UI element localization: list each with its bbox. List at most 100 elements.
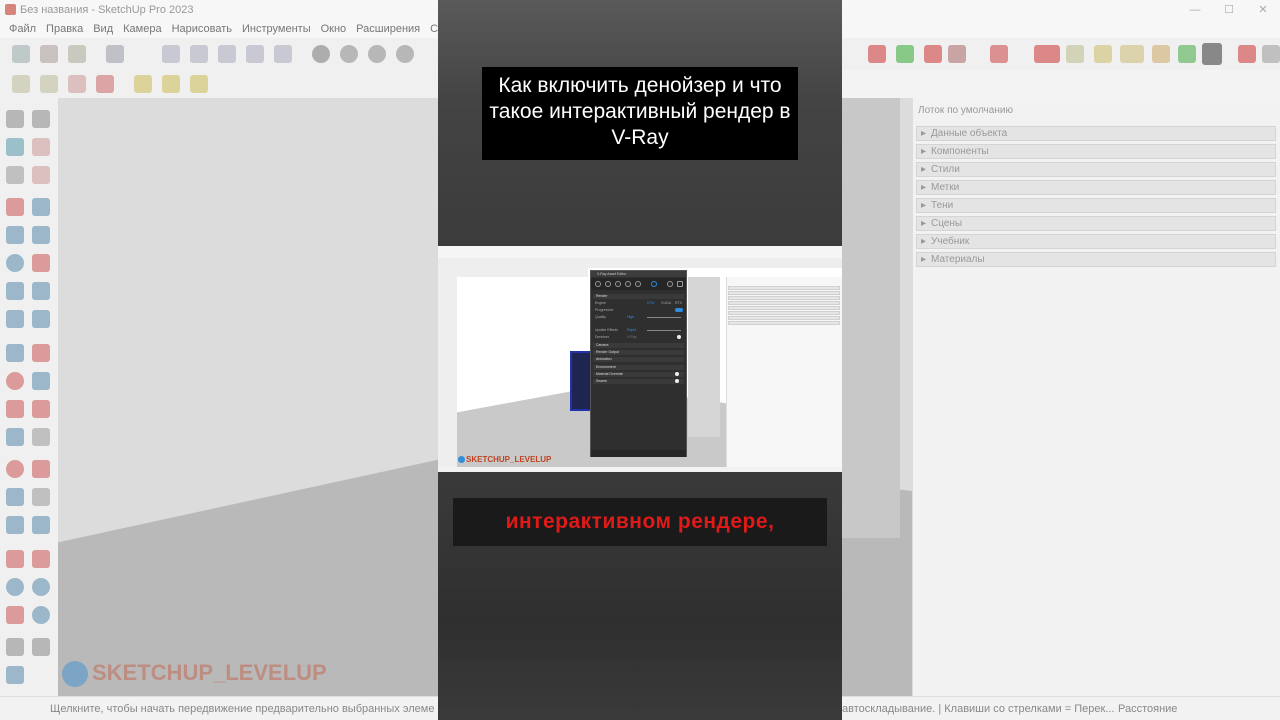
select-tool-icon[interactable]	[12, 45, 30, 63]
tray-item-shadows[interactable]: Тени	[916, 198, 1276, 213]
plant-tool-icon[interactable]	[1178, 45, 1196, 63]
vray-lights-icon[interactable]	[605, 281, 611, 287]
green-arrow-icon[interactable]	[896, 45, 914, 63]
vray-section-render-output[interactable]: Render Output	[593, 350, 684, 355]
vray-swarm-toggle[interactable]	[675, 379, 679, 383]
vray-section-animation[interactable]: Animation	[593, 357, 684, 362]
maximize-icon[interactable]: ☐	[1212, 0, 1246, 20]
eraser-icon[interactable]	[32, 138, 50, 156]
menu-view[interactable]: Вид	[88, 20, 118, 38]
pie-icon[interactable]	[32, 310, 50, 328]
rotated-rect-icon[interactable]	[32, 226, 50, 244]
axis-tool-icon[interactable]	[948, 45, 966, 63]
vray-settings-icon[interactable]	[651, 281, 657, 287]
tray-item-scenes[interactable]: Сцены	[916, 216, 1276, 231]
minimize-icon[interactable]: —	[1178, 0, 1212, 20]
zoom-window-icon[interactable]	[32, 578, 50, 596]
menu-extensions[interactable]: Расширения	[351, 20, 425, 38]
extension-tool-icon[interactable]	[1034, 45, 1060, 63]
wrench-tool-icon[interactable]	[1262, 45, 1280, 63]
pencil-tool-icon[interactable]	[68, 45, 86, 63]
vray-section-material-override[interactable]: Material Override	[593, 372, 684, 377]
vray-teapot-icon[interactable]	[368, 45, 386, 63]
vray-quality-slider[interactable]	[647, 317, 681, 318]
position-camera-icon[interactable]	[6, 638, 24, 656]
vray-geometry-icon[interactable]	[615, 281, 621, 287]
vray-material-override-toggle[interactable]	[675, 372, 679, 376]
hammer-tool-icon[interactable]	[1094, 45, 1112, 63]
orbit-icon[interactable]	[6, 550, 24, 568]
tag-icon[interactable]	[6, 166, 24, 184]
plank-tool-icon[interactable]	[1120, 45, 1144, 63]
paint-bucket-icon[interactable]	[6, 138, 24, 156]
line-icon[interactable]	[6, 198, 24, 216]
vray-section-swarm[interactable]: Swarm	[593, 379, 684, 384]
tray-item-styles[interactable]: Стили	[916, 162, 1276, 177]
vray-materials-icon[interactable]	[595, 281, 601, 287]
ruler-tool-icon[interactable]	[1152, 45, 1170, 63]
protractor-icon[interactable]	[32, 428, 50, 446]
vray-light-icon[interactable]	[396, 45, 414, 63]
circle-icon[interactable]	[6, 254, 24, 272]
tape-icon[interactable]	[6, 428, 24, 446]
vray-denoiser-toggle[interactable]	[677, 335, 681, 339]
section-icon[interactable]	[6, 516, 24, 534]
box-tool-icon[interactable]	[106, 45, 124, 63]
vray-engine-cuda[interactable]: CUDA	[661, 301, 671, 306]
eraser-tool-icon[interactable]	[40, 45, 58, 63]
red-arrow-icon[interactable]	[868, 45, 886, 63]
drape-tool-icon[interactable]	[96, 75, 114, 93]
menu-window[interactable]: Окно	[316, 20, 352, 38]
text-icon[interactable]	[32, 460, 50, 478]
rectangle-icon[interactable]	[6, 226, 24, 244]
extension-cube-icon[interactable]	[190, 75, 208, 93]
eraser2-icon[interactable]	[32, 166, 50, 184]
freehand-icon[interactable]	[32, 198, 50, 216]
vray-frame-buffer-icon[interactable]	[677, 281, 683, 287]
rotate-icon[interactable]	[6, 372, 24, 390]
vray-engine-rtx[interactable]: RTX	[675, 301, 682, 306]
axes-icon[interactable]	[6, 488, 24, 506]
3d-text-a-icon[interactable]	[32, 516, 50, 534]
vray-render-icon[interactable]	[312, 45, 330, 63]
arc-icon[interactable]	[6, 282, 24, 300]
look-around-icon[interactable]	[6, 666, 24, 684]
walk-icon[interactable]	[32, 638, 50, 656]
menu-file[interactable]: Файл	[4, 20, 41, 38]
stamp-tool-icon[interactable]	[68, 75, 86, 93]
tray-item-tags[interactable]: Метки	[916, 180, 1276, 195]
red-flag-icon[interactable]	[1238, 45, 1256, 63]
ruby-console-icon[interactable]	[1202, 43, 1222, 65]
move-icon[interactable]	[6, 344, 24, 362]
house-view-icon[interactable]	[162, 45, 180, 63]
front-view-icon[interactable]	[190, 45, 208, 63]
scale-icon[interactable]	[6, 400, 24, 418]
arc3-icon[interactable]	[6, 310, 24, 328]
warehouse-cube-icon[interactable]	[162, 75, 180, 93]
tray-item-entity-info[interactable]: Данные объекта	[916, 126, 1276, 141]
measure-tool-icon[interactable]	[990, 45, 1008, 63]
polygon-icon[interactable]	[32, 254, 50, 272]
vray-engine-cpu[interactable]: CPU	[647, 301, 654, 306]
3dtext-icon[interactable]	[32, 488, 50, 506]
vray-update-effects-slider[interactable]	[647, 330, 681, 331]
menu-tools[interactable]: Инструменты	[237, 20, 316, 38]
menu-edit[interactable]: Правка	[41, 20, 88, 38]
sandbox-tool-icon[interactable]	[12, 75, 30, 93]
left-view-icon[interactable]	[274, 45, 292, 63]
vray-section-environment[interactable]: Environment	[593, 365, 684, 370]
lasso-icon[interactable]	[32, 110, 50, 128]
zoom-extents-icon[interactable]	[6, 606, 24, 624]
tray-item-instructor[interactable]: Учебник	[916, 234, 1276, 249]
offset-icon[interactable]	[32, 400, 50, 418]
vray-denoiser-value[interactable]: V-Ray	[627, 335, 637, 340]
pan-icon[interactable]	[32, 550, 50, 568]
close-icon[interactable]: ✕	[1246, 0, 1280, 20]
followme-icon[interactable]	[32, 372, 50, 390]
menu-camera[interactable]: Камера	[118, 20, 166, 38]
tray-item-materials[interactable]: Материалы	[916, 252, 1276, 267]
truck-tool-icon[interactable]	[1066, 45, 1084, 63]
vray-section-camera[interactable]: Camera	[593, 343, 684, 348]
vray-render-elements-icon[interactable]	[635, 281, 641, 287]
vray-interactive-icon[interactable]	[340, 45, 358, 63]
